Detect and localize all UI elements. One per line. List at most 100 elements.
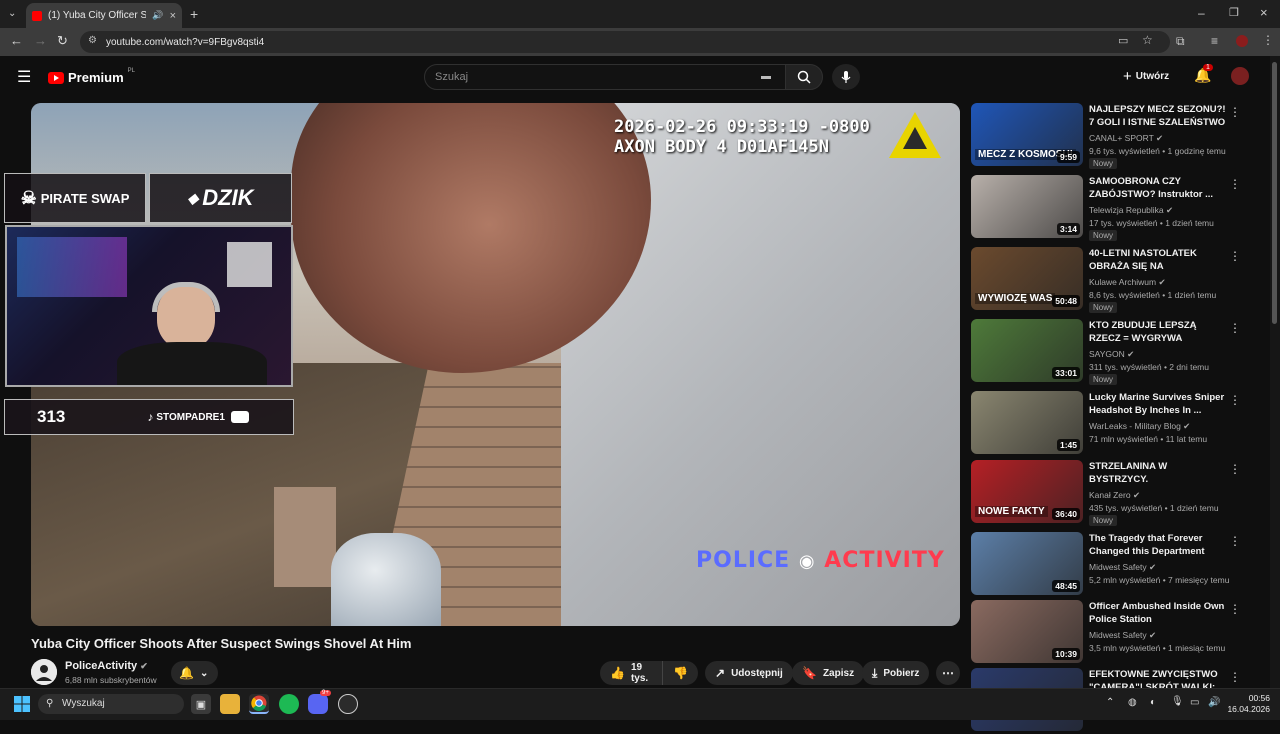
page-scrollbar-thumb[interactable] bbox=[1272, 62, 1277, 324]
more-options-icon[interactable]: ⋮ bbox=[1229, 249, 1241, 263]
app-icon[interactable] bbox=[338, 694, 358, 714]
close-window-icon[interactable]: × bbox=[1260, 5, 1268, 20]
create-button[interactable]: + Utwórz bbox=[1123, 68, 1169, 85]
sponsor-dzik: ◆ DZIK bbox=[149, 173, 292, 223]
search-input[interactable]: Szukaj ▬ bbox=[424, 64, 786, 90]
recommendation-meta: 17 tys. wyświetleń • 1 dzień temu bbox=[1089, 218, 1214, 228]
browser-menu-icon[interactable]: ⋮ bbox=[1262, 33, 1274, 47]
more-actions-button[interactable]: ⋯ bbox=[936, 661, 960, 685]
bookmark-star-icon[interactable]: ☆ bbox=[1142, 33, 1153, 47]
recommendation-title[interactable]: NAJLEPSZY MECZ SEZONU?! 7 GOLI I ISTNE S… bbox=[1089, 103, 1229, 129]
channel-name[interactable]: PoliceActivity ✔ bbox=[65, 660, 148, 672]
keyboard-icon[interactable]: ▬ bbox=[761, 65, 771, 89]
search-button[interactable] bbox=[785, 64, 823, 90]
share-button[interactable]: ↗ Udostępnij bbox=[705, 661, 793, 685]
voice-search-button[interactable] bbox=[832, 64, 860, 90]
recommendation-thumbnail[interactable]: 10:39 bbox=[971, 600, 1083, 663]
recommendation-thumbnail[interactable]: 1:45 bbox=[971, 391, 1083, 454]
recommendation-item[interactable]: NOWE FAKTY 36:40 STRZELANINA W BYSTRZYCY. … bbox=[971, 460, 1261, 526]
recommendation-item[interactable]: 3:14 SAMOOBRONA CZY ZABÓJSTWO? Instruktor… bbox=[971, 175, 1261, 241]
task-view-icon[interactable]: ▣ bbox=[191, 694, 211, 714]
recommendation-title[interactable]: KTO ZBUDUJE LEPSZĄ RZECZ = WYGRYWA bbox=[1089, 319, 1229, 345]
discord-icon[interactable]: 9+ bbox=[308, 690, 331, 714]
browser-tab[interactable]: (1) Yuba City Officer Shoots... 🔊 × bbox=[26, 3, 182, 28]
recommendation-channel[interactable]: Telewizja Republika ✔ bbox=[1089, 205, 1173, 216]
recommendation-thumbnail[interactable]: 3:14 bbox=[971, 175, 1083, 238]
more-options-icon[interactable]: ⋮ bbox=[1229, 670, 1241, 684]
taskbar-search[interactable]: ⚲ Wyszukaj bbox=[38, 694, 184, 714]
chevron-down-icon: ⌄ bbox=[199, 667, 209, 679]
recommendation-thumbnail[interactable]: 33:01 bbox=[971, 319, 1083, 382]
recommendation-channel[interactable]: WarLeaks - Military Blog ✔ bbox=[1089, 421, 1190, 432]
social-handle: STOMPADRE1 bbox=[156, 411, 225, 423]
chrome-icon[interactable] bbox=[249, 694, 269, 714]
taskbar-clock[interactable]: 00:56 16.04.2026 bbox=[1226, 693, 1270, 715]
recommendation-thumbnail[interactable]: MECZ Z KOSMOSU! 9:59 bbox=[971, 103, 1083, 166]
reading-list-icon[interactable]: ≡ bbox=[1211, 34, 1218, 48]
recommendation-title[interactable]: Lucky Marine Survives Sniper Headshot By… bbox=[1089, 391, 1229, 417]
more-options-icon[interactable]: ⋮ bbox=[1229, 393, 1241, 407]
youtube-logo[interactable]: Premium PL bbox=[48, 68, 135, 85]
more-options-icon[interactable]: ⋮ bbox=[1229, 534, 1241, 548]
tray-monitor-icon[interactable]: ▭ bbox=[1190, 697, 1199, 708]
more-options-icon[interactable]: ⋮ bbox=[1229, 602, 1241, 616]
recommendation-channel[interactable]: CANAL+ SPORT ✔ bbox=[1089, 133, 1163, 144]
dislike-button[interactable]: 👎 bbox=[662, 661, 698, 685]
reload-icon[interactable]: ↻ bbox=[57, 33, 68, 49]
tray-volume-icon[interactable]: 🔊 bbox=[1208, 697, 1220, 708]
profile-avatar[interactable] bbox=[1236, 35, 1248, 47]
extensions-icon[interactable]: ⧉ bbox=[1176, 34, 1185, 49]
recommendation-title[interactable]: 40-LETNI NASTOLATEK OBRAŻA SIĘ NA POLICJ… bbox=[1089, 247, 1229, 273]
recommendation-channel[interactable]: Kanał Zero ✔ bbox=[1089, 490, 1140, 501]
spotify-icon[interactable] bbox=[279, 694, 299, 714]
minimize-icon[interactable]: – bbox=[1198, 6, 1205, 20]
hamburger-menu-icon[interactable]: ☰ bbox=[17, 67, 31, 87]
recommendation-item[interactable]: 1:45 Lucky Marine Survives Sniper Headsho… bbox=[971, 391, 1261, 457]
tab-close-icon[interactable]: × bbox=[170, 10, 176, 22]
site-info-icon[interactable]: ⚙ bbox=[88, 35, 97, 46]
tab-list-icon[interactable]: ⌄ bbox=[8, 8, 16, 19]
bodycam-timestamp-line1: 2026-02-26 09:33:19 -0800 bbox=[614, 117, 870, 137]
recommendation-title[interactable]: Officer Ambushed Inside Own Police Stati… bbox=[1089, 600, 1229, 626]
recommendation-item[interactable]: MECZ Z KOSMOSU! 9:59 NAJLEPSZY MECZ SEZONU… bbox=[971, 103, 1261, 169]
more-options-icon[interactable]: ⋮ bbox=[1229, 177, 1241, 191]
cast-icon[interactable]: ▭ bbox=[1118, 34, 1128, 47]
recommendation-title[interactable]: STRZELANINA W BYSTRZYCY. ROZMAWIALIŚMY Z… bbox=[1089, 460, 1229, 486]
tab-audio-icon[interactable]: 🔊 bbox=[152, 10, 163, 21]
like-button[interactable]: 👍 19 tys. bbox=[600, 661, 662, 685]
recommendation-channel[interactable]: Midwest Safety ✔ bbox=[1089, 630, 1156, 641]
more-options-icon[interactable]: ⋮ bbox=[1229, 321, 1241, 335]
recommendation-item[interactable]: 10:39 Officer Ambushed Inside Own Police … bbox=[971, 600, 1261, 666]
tray-network-icon[interactable]: ◐ bbox=[1150, 697, 1156, 708]
recommendation-channel[interactable]: Kulawe Archiwum ✔ bbox=[1089, 277, 1166, 288]
save-button[interactable]: 🔖 Zapisz bbox=[792, 661, 865, 685]
download-button[interactable]: ⤓ Pobierz bbox=[862, 661, 930, 685]
recommendation-channel[interactable]: Midwest Safety ✔ bbox=[1089, 562, 1156, 573]
recommendation-channel-text: Midwest Safety bbox=[1089, 562, 1147, 572]
file-explorer-icon[interactable] bbox=[220, 694, 240, 714]
account-avatar[interactable] bbox=[1231, 67, 1249, 85]
recommendation-channel[interactable]: SAYGON ✔ bbox=[1089, 349, 1134, 360]
recommendation-item[interactable]: 33:01 KTO ZBUDUJE LEPSZĄ RZECZ = WYGRYWA S… bbox=[971, 319, 1261, 385]
windows-start-icon[interactable] bbox=[12, 694, 32, 714]
recommendation-title[interactable]: The Tragedy that Forever Changed this De… bbox=[1089, 532, 1229, 558]
tray-app-icon[interactable]: ◍ bbox=[1128, 697, 1137, 708]
tray-chevron-up-icon[interactable]: ⌃ bbox=[1106, 697, 1114, 708]
channel-avatar[interactable] bbox=[31, 659, 57, 685]
more-options-icon[interactable]: ⋮ bbox=[1229, 105, 1241, 119]
restore-icon[interactable]: ❐ bbox=[1229, 6, 1239, 19]
verified-icon: ✔ bbox=[1132, 490, 1141, 500]
url-bar[interactable]: ⚙ youtube.com/watch?v=9FBgv8qsti4 ▭ ☆ bbox=[80, 31, 1170, 53]
new-tab-icon[interactable]: + bbox=[190, 6, 198, 22]
recommendation-item[interactable]: 48:45 The Tragedy that Forever Changed th… bbox=[971, 532, 1261, 598]
back-icon[interactable]: ← bbox=[10, 33, 23, 48]
recommendation-thumbnail[interactable]: NOWE FAKTY 36:40 bbox=[971, 460, 1083, 523]
recommendation-item[interactable]: WYWIOZĘ WAS 50:48 40-LETNI NASTOLATEK OBRA… bbox=[971, 247, 1261, 313]
recommendation-thumbnail[interactable]: WYWIOZĘ WAS 50:48 bbox=[971, 247, 1083, 310]
tray-mic-icon[interactable]: 🎙 bbox=[1171, 696, 1184, 707]
recommendation-title[interactable]: SAMOOBRONA CZY ZABÓJSTWO? Instruktor ... bbox=[1089, 175, 1229, 201]
notification-settings-button[interactable]: 🔔 ⌄ bbox=[171, 661, 218, 685]
more-options-icon[interactable]: ⋮ bbox=[1229, 462, 1241, 476]
forward-icon[interactable]: → bbox=[34, 33, 47, 48]
recommendation-thumbnail[interactable]: 48:45 bbox=[971, 532, 1083, 595]
